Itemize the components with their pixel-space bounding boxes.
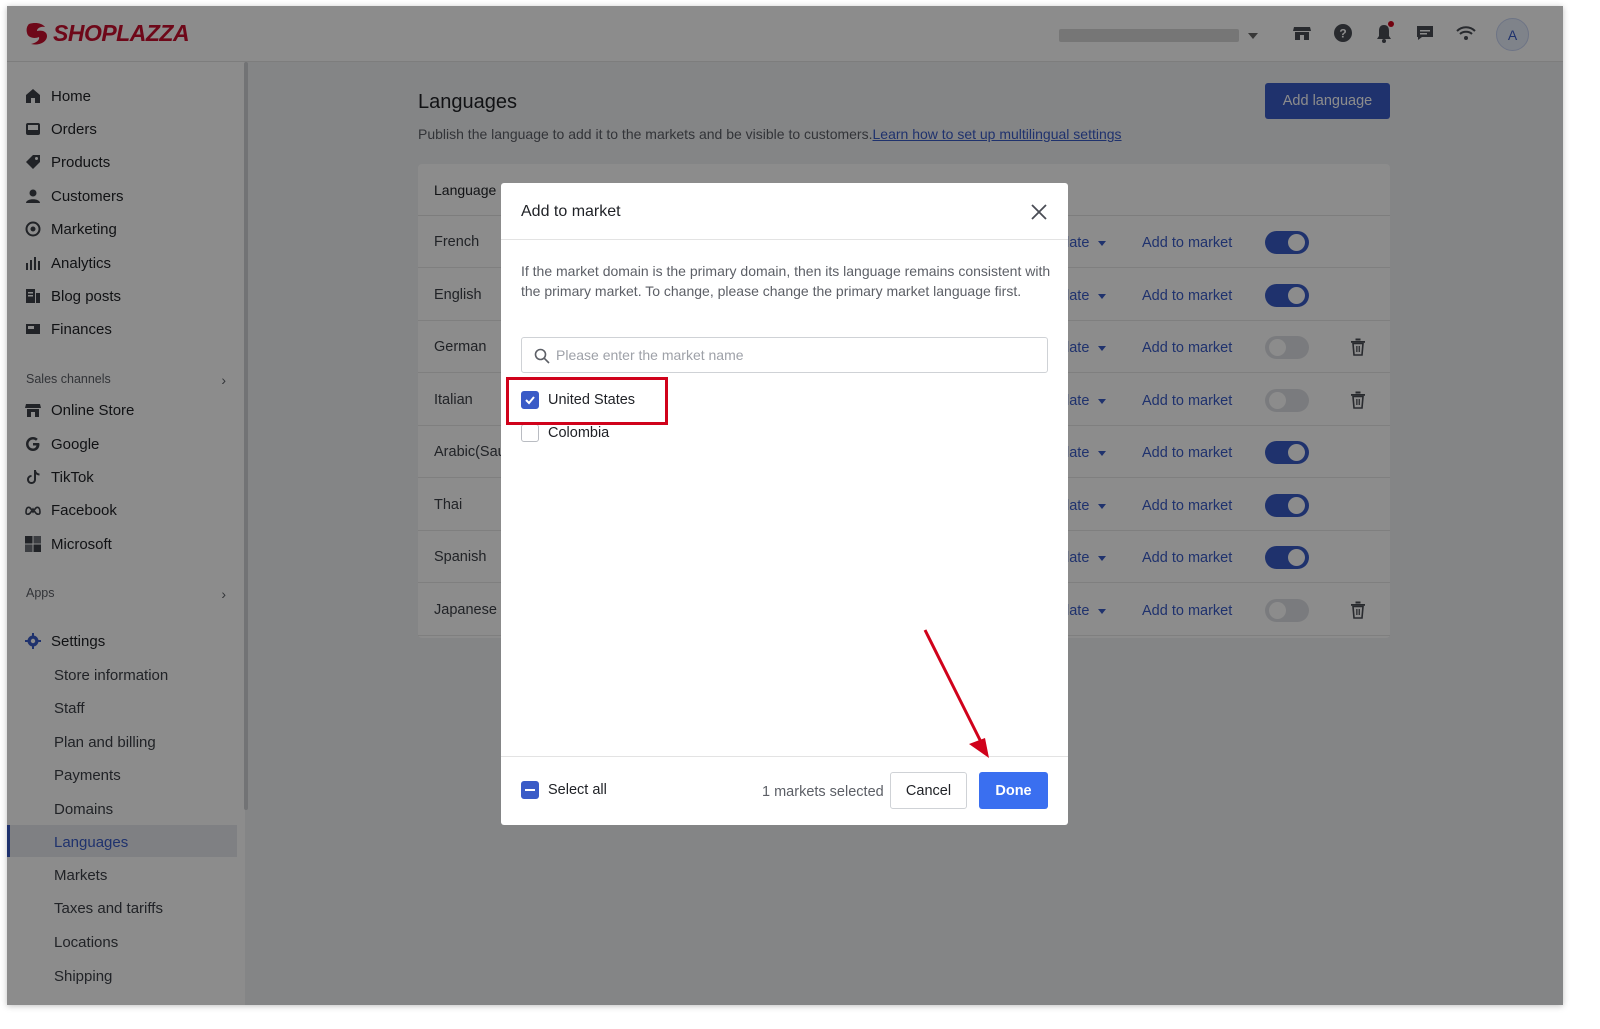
dialog-title: Add to market bbox=[521, 203, 621, 220]
checkbox-partial[interactable] bbox=[521, 781, 539, 799]
checkbox-unchecked[interactable] bbox=[521, 424, 539, 442]
divider bbox=[501, 239, 1068, 240]
app-window: SHOPLAZZA ? A Home Orders Products Custo… bbox=[7, 6, 1563, 1005]
done-button[interactable]: Done bbox=[979, 772, 1048, 809]
add-to-market-dialog: Add to market If the market domain is th… bbox=[501, 183, 1068, 825]
market-name: Colombia bbox=[548, 425, 610, 441]
footer-divider bbox=[501, 756, 1068, 757]
selected-count: 1 markets selected bbox=[762, 784, 884, 800]
market-search-field[interactable] bbox=[521, 337, 1048, 373]
market-search-input[interactable] bbox=[556, 338, 1036, 372]
minus-icon bbox=[525, 789, 535, 791]
select-all-label: Select all bbox=[548, 782, 607, 798]
market-option-colombia[interactable]: Colombia bbox=[521, 424, 609, 442]
search-icon bbox=[534, 348, 550, 364]
dialog-description: If the market domain is the primary doma… bbox=[521, 263, 1051, 299]
select-all-control[interactable]: Select all bbox=[521, 781, 607, 799]
close-icon[interactable] bbox=[1029, 202, 1049, 222]
annotation-highlight-box bbox=[506, 377, 668, 425]
cancel-button[interactable]: Cancel bbox=[890, 772, 967, 809]
